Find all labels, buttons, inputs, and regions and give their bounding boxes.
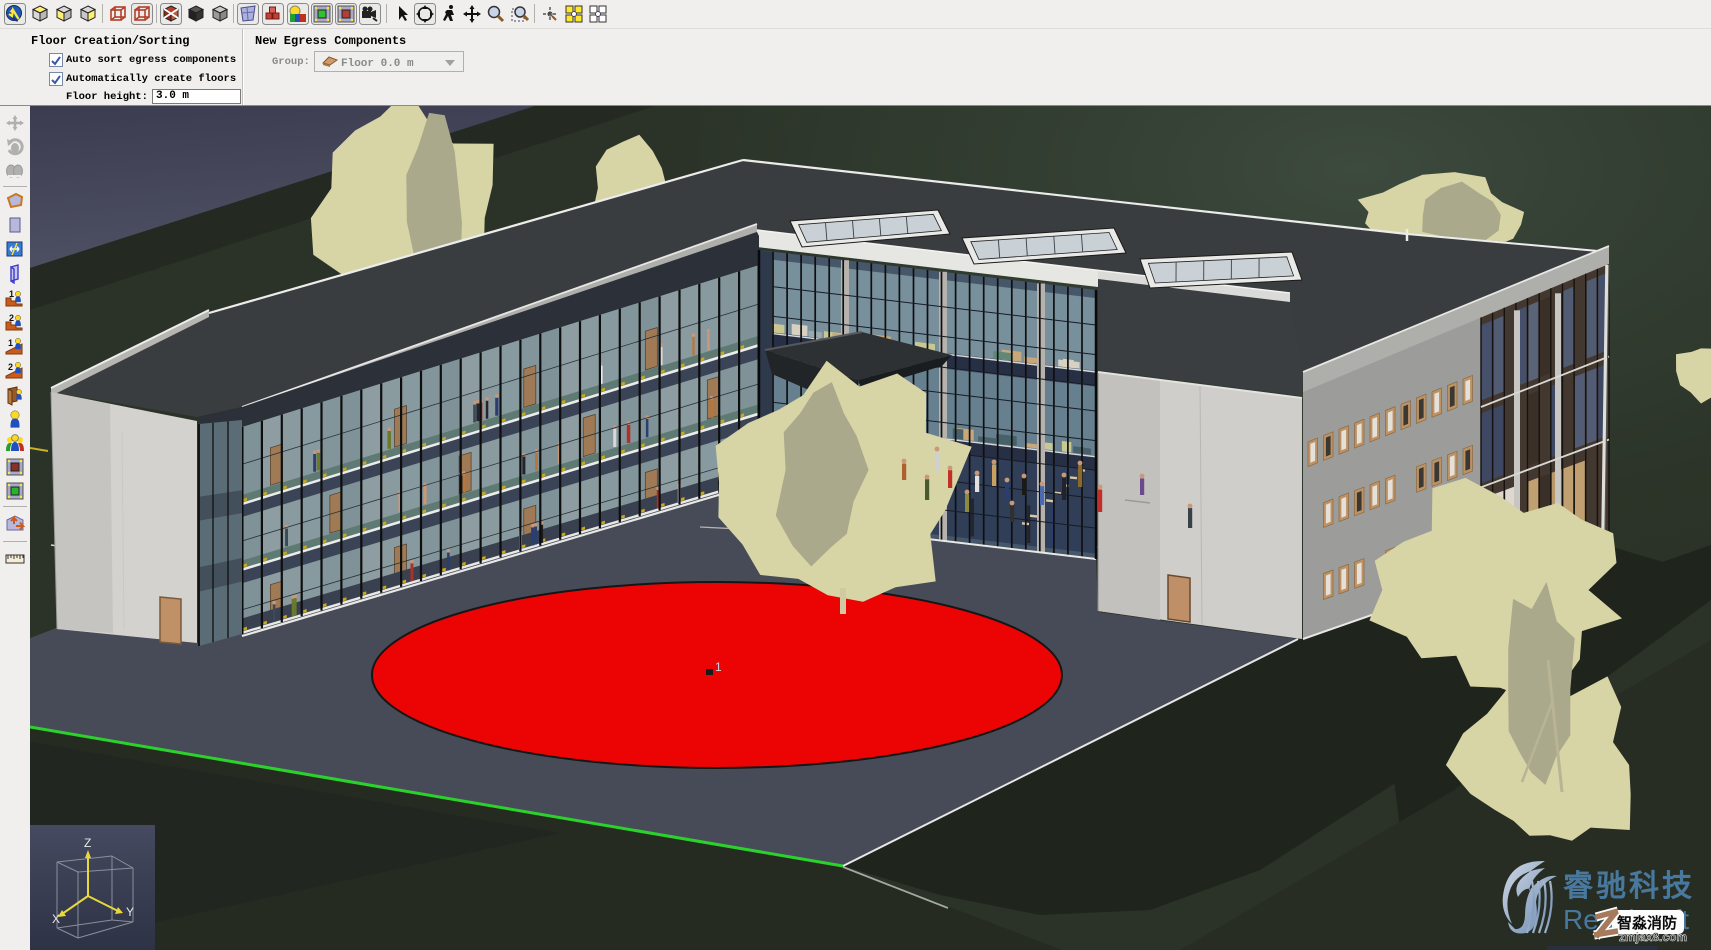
svg-text:zmjax8.com: zmjax8.com [1619, 930, 1687, 944]
svg-text:1: 1 [9, 289, 14, 299]
svg-text:X: X [52, 912, 60, 926]
svg-text:2: 2 [9, 313, 14, 323]
svg-text:Y: Y [126, 905, 134, 919]
svg-text:Z: Z [84, 836, 91, 850]
svg-text:2: 2 [8, 362, 13, 372]
svg-text:1: 1 [715, 660, 722, 674]
svg-text:1: 1 [8, 338, 13, 348]
svg-text:Floor 0.0 m: Floor 0.0 m [341, 58, 414, 70]
svg-text:睿驰科技: 睿驰科技 [1563, 870, 1695, 903]
